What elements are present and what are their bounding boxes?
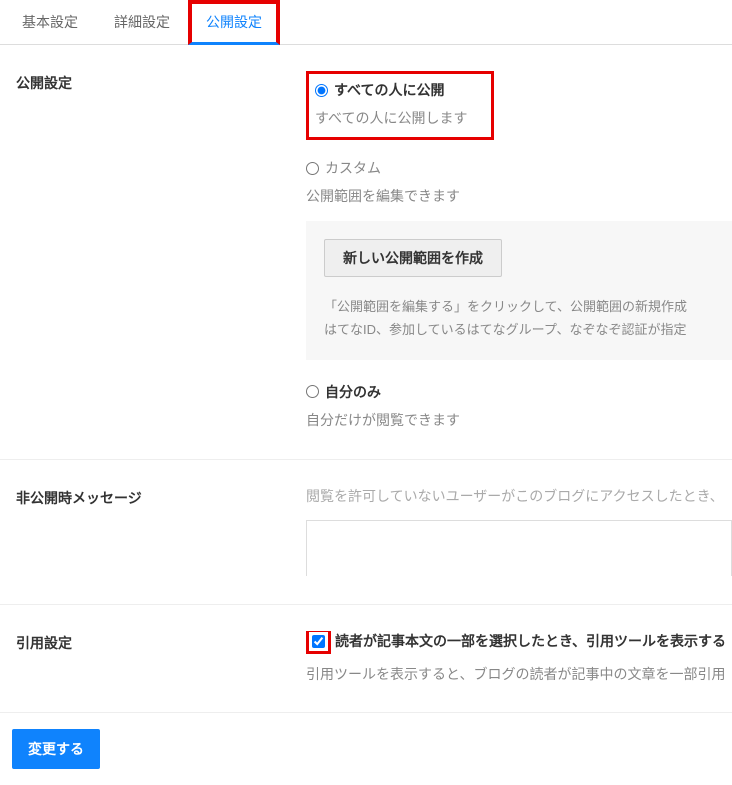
radio-public[interactable] <box>315 84 328 97</box>
quote-checkbox[interactable] <box>312 635 325 648</box>
quote-section-label: 引用設定 <box>16 631 306 684</box>
radio-custom-desc: 公開範囲を編集できます <box>306 186 732 207</box>
quote-checkbox-highlight <box>306 631 331 654</box>
radio-custom[interactable] <box>306 162 319 175</box>
radio-custom-label: カスタム <box>325 158 381 178</box>
publish-option-custom: カスタム 公開範囲を編集できます 新しい公開範囲を作成 「公開範囲を編集する」を… <box>306 158 732 360</box>
private-message-textarea[interactable] <box>306 520 732 576</box>
private-message-content: 閲覧を許可していないユーザーがこのブログにアクセスしたとき、 <box>306 486 732 576</box>
publish-section-content: すべての人に公開 すべての人に公開します カスタム 公開範囲を編集できます 新し… <box>306 71 732 431</box>
radio-private[interactable] <box>306 385 319 398</box>
publish-option-public-highlight: すべての人に公開 すべての人に公開します <box>306 71 494 140</box>
publish-option-private-row: 自分のみ <box>306 382 732 402</box>
publish-option-public-row: すべての人に公開 <box>315 80 467 100</box>
quote-desc: 引用ツールを表示すると、ブログの読者が記事中の文章を一部引用 <box>306 664 732 684</box>
quote-checkbox-row: 読者が記事本文の一部を選択したとき、引用ツールを表示する <box>306 631 732 654</box>
private-message-label: 非公開時メッセージ <box>16 486 306 576</box>
submit-row: 変更する <box>0 713 732 785</box>
radio-private-desc: 自分だけが閲覧できます <box>306 410 732 431</box>
private-message-desc: 閲覧を許可していないユーザーがこのブログにアクセスしたとき、 <box>306 486 732 506</box>
publish-option-custom-row: カスタム <box>306 158 732 178</box>
publish-section-label: 公開設定 <box>16 71 306 431</box>
private-message-section: 非公開時メッセージ 閲覧を許可していないユーザーがこのブログにアクセスしたとき、 <box>0 460 732 605</box>
tab-detail[interactable]: 詳細設定 <box>96 0 188 44</box>
quote-section-content: 読者が記事本文の一部を選択したとき、引用ツールを表示する 引用ツールを表示すると… <box>306 631 732 684</box>
settings-tabs: 基本設定 詳細設定 公開設定 <box>0 0 732 45</box>
custom-panel-text: 「公開範囲を編集する」をクリックして、公開範囲の新規作成 はてなID、参加してい… <box>324 295 714 342</box>
radio-private-label: 自分のみ <box>325 382 381 402</box>
publish-option-private: 自分のみ 自分だけが閲覧できます <box>306 382 732 431</box>
tab-publish[interactable]: 公開設定 <box>188 0 280 45</box>
create-scope-button[interactable]: 新しい公開範囲を作成 <box>324 239 502 277</box>
radio-public-label: すべての人に公開 <box>334 80 444 100</box>
publish-section: 公開設定 すべての人に公開 すべての人に公開します カスタム 公開範囲を編集でき… <box>0 45 732 460</box>
tab-basic[interactable]: 基本設定 <box>4 0 96 44</box>
radio-public-desc: すべての人に公開します <box>315 108 467 129</box>
quote-checkbox-label: 読者が記事本文の一部を選択したとき、引用ツールを表示する <box>335 631 726 651</box>
submit-button[interactable]: 変更する <box>12 729 100 769</box>
custom-panel: 新しい公開範囲を作成 「公開範囲を編集する」をクリックして、公開範囲の新規作成 … <box>306 221 732 360</box>
quote-section: 引用設定 読者が記事本文の一部を選択したとき、引用ツールを表示する 引用ツールを… <box>0 605 732 713</box>
